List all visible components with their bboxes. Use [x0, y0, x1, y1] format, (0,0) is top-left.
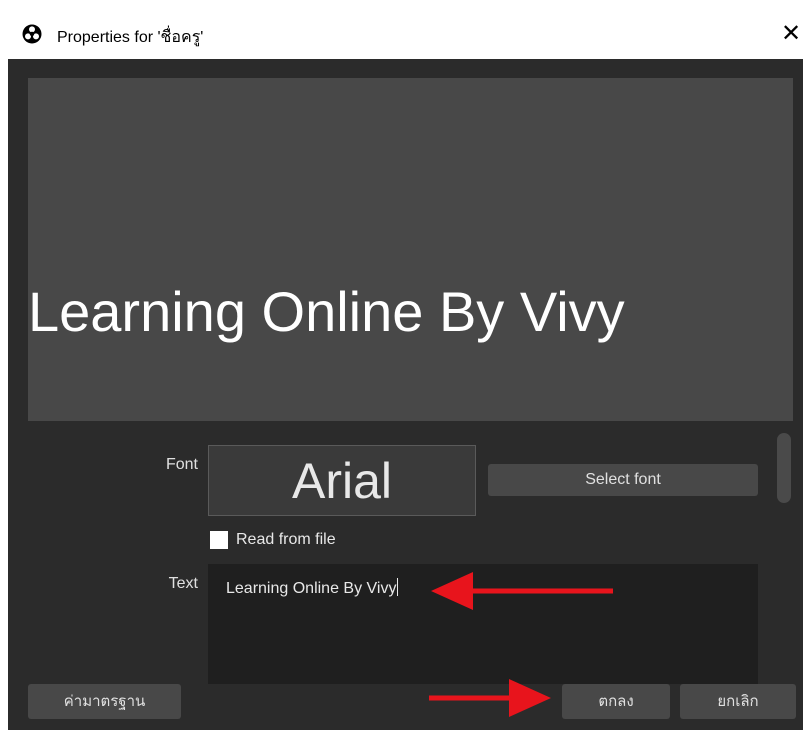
text-preview: Learning Online By Vivy — [28, 78, 793, 421]
text-input-value: Learning Online By Vivy — [226, 580, 397, 597]
text-caret — [397, 578, 399, 596]
obs-logo-icon — [22, 24, 42, 44]
properties-dialog: Properties for 'ชื่อครู' ✕ Learning Onli… — [8, 8, 803, 730]
preview-text: Learning Online By Vivy — [28, 280, 625, 343]
annotation-arrow-left-icon — [431, 572, 613, 610]
title-bar: Properties for 'ชื่อครู' ✕ — [8, 8, 803, 59]
text-label: Text — [168, 575, 198, 592]
font-name: Arial — [291, 453, 393, 509]
ok-button[interactable]: ตกลง — [562, 684, 670, 719]
read-from-file-label: Read from file — [236, 531, 336, 548]
read-from-file-checkbox[interactable] — [210, 531, 228, 549]
close-icon[interactable]: ✕ — [776, 19, 803, 49]
annotation-arrow-right-icon — [429, 679, 551, 717]
defaults-button[interactable]: ค่ามาตรฐาน — [28, 684, 181, 719]
font-label: Font — [165, 456, 198, 473]
window-title: Properties for 'ชื่อครู' — [57, 29, 204, 46]
select-font-button[interactable]: Select font — [488, 464, 758, 496]
cancel-button[interactable]: ยกเลิก — [680, 684, 796, 719]
font-display: Arial — [208, 445, 476, 516]
scrollbar[interactable] — [777, 433, 791, 503]
